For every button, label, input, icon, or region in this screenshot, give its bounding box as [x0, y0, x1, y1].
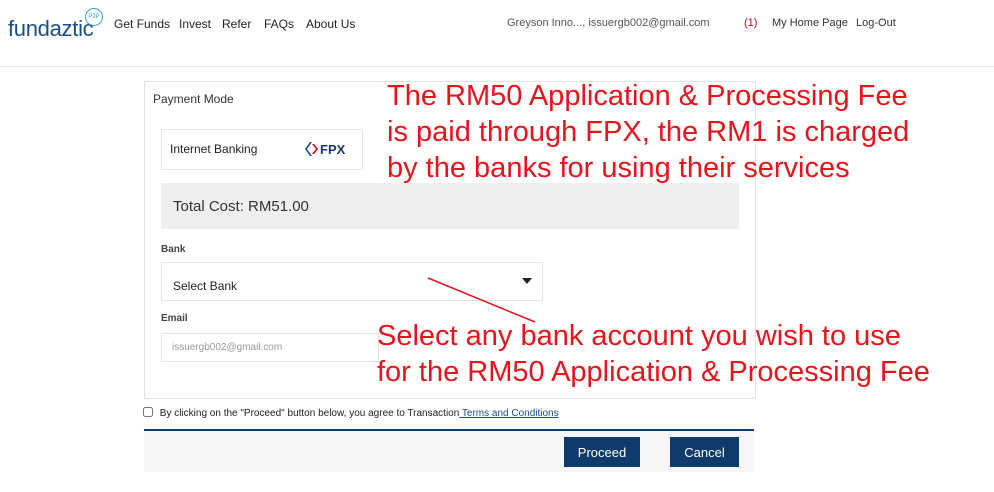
logout-link[interactable]: Log-Out	[856, 17, 896, 29]
nav-invest[interactable]: Invest	[179, 17, 211, 31]
total-cost-box: Total Cost: RM51.00	[161, 183, 739, 229]
action-bar: Proceed Cancel	[144, 429, 754, 472]
bank-select[interactable]: Select Bank	[161, 262, 543, 301]
email-label: Email	[161, 313, 188, 324]
internet-banking-option[interactable]: Internet Banking FPX	[161, 129, 363, 170]
fee-note-line: is paid through FPX, the RM1 is charged	[387, 116, 910, 148]
cancel-button[interactable]: Cancel	[670, 437, 739, 467]
fundaztic-logo[interactable]: fundaztic P2P	[8, 8, 108, 42]
caret-down-icon	[522, 278, 532, 284]
total-cost: Total Cost: RM51.00	[173, 198, 309, 215]
email-field[interactable]	[161, 333, 379, 362]
agree-checkbox[interactable]	[143, 407, 153, 417]
bank-annotation: Select any bank account you wish to use …	[377, 318, 930, 390]
logo-text: fundaztic	[8, 16, 94, 41]
user-info: Greyson Inno..., issuergb002@gmail.com	[507, 17, 710, 29]
top-header: fundaztic P2P Get Funds Invest Refer FAQ…	[0, 0, 994, 67]
fpx-logo-text: FPX	[320, 142, 346, 157]
notification-count[interactable]: (1)	[744, 17, 757, 29]
nav-refer[interactable]: Refer	[222, 17, 251, 31]
my-home-page-link[interactable]: My Home Page	[772, 17, 848, 29]
fpx-logo-icon: FPX	[305, 142, 346, 157]
payment-mode-title: Payment Mode	[153, 92, 234, 106]
p2p-badge-icon: P2P	[85, 8, 103, 26]
agreement-text: By clicking on the "Proceed" button belo…	[159, 408, 460, 419]
bank-note-line: for the RM50 Application & Processing Fe…	[377, 356, 930, 388]
nav-get-funds[interactable]: Get Funds	[114, 17, 170, 31]
bank-note-line: Select any bank account you wish to use	[377, 320, 901, 352]
nav-faqs[interactable]: FAQs	[264, 17, 294, 31]
nav-about-us[interactable]: About Us	[306, 17, 355, 31]
terms-agreement: By clicking on the "Proceed" button belo…	[143, 407, 559, 419]
terms-link[interactable]: Terms and Conditions	[459, 408, 559, 419]
internet-banking-label: Internet Banking	[170, 142, 258, 156]
fee-annotation: The RM50 Application & Processing Fee is…	[387, 78, 909, 186]
fee-note-line: by the banks for using their services	[387, 152, 850, 184]
bank-label: Bank	[161, 244, 186, 255]
proceed-button[interactable]: Proceed	[564, 437, 640, 467]
fee-note-line: The RM50 Application & Processing Fee	[387, 80, 908, 112]
bank-select-value: Select Bank	[173, 279, 238, 293]
